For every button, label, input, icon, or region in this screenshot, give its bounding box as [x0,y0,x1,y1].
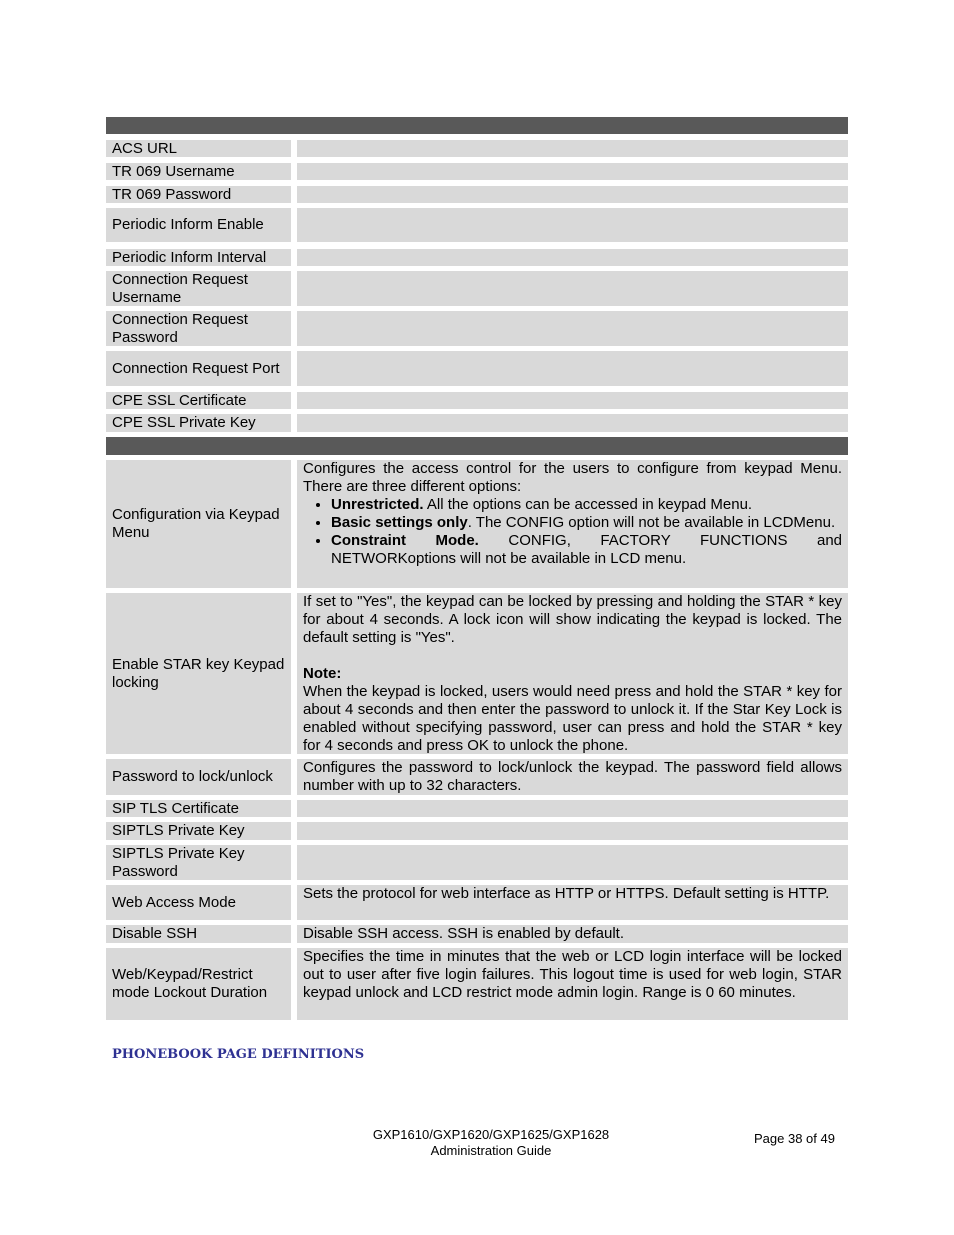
param-name: Periodic Inform Interval [106,249,291,266]
param-desc: Sets the protocol for web interface as H… [297,885,848,920]
param-name: SIPTLS Private Key Password [106,845,291,880]
param-name: Password to lock/unlock [106,759,291,795]
table-row: Password to lock/unlock Configures the pa… [106,759,848,795]
table-row: Disable SSH Disable SSH access. SSH is en… [106,925,848,943]
param-name: Connection Request Password [106,311,291,346]
table-row: TR 069 Password [106,186,848,203]
param-desc: Disable SSH access. SSH is enabled by de… [297,925,848,943]
table-row: Configuration via Keypad Menu Configures… [106,460,848,588]
param-name: SIP TLS Certificate [106,800,291,817]
table-row: Periodic Inform Enable [106,208,848,242]
param-name: TR 069 Password [106,186,291,203]
param-name: Connection Request Username [106,271,291,306]
param-name: TR 069 Username [106,163,291,180]
table-row: ACS URL [106,140,848,157]
table-row: Connection Request Password [106,311,848,346]
table-row: SIPTLS Private Key [106,822,848,840]
table-row: CPE SSL Private Key [106,414,848,432]
param-name: Connection Request Port [106,351,291,386]
param-desc: Configures the access control for the us… [297,460,848,588]
document-page: ACS URL TR 069 Username TR 069 Password … [0,0,954,1235]
param-desc: If set to "Yes", the keypad can be locke… [297,593,848,754]
param-name: Periodic Inform Enable [106,208,291,242]
footer-title: GXP1610/GXP1620/GXP1625/GXP1628 Administr… [372,1127,610,1158]
table-row: Web Access Mode Sets the protocol for web… [106,885,848,920]
param-name: CPE SSL Private Key [106,414,291,432]
param-name: Web/Keypad/Restrict mode Lockout Duratio… [106,948,291,1020]
table-row: Connection Request Port [106,351,848,386]
param-name: CPE SSL Certificate [106,392,291,409]
param-name: ACS URL [106,140,291,157]
section-heading: PHONEBOOK PAGE DEFINITIONS [112,1047,365,1062]
param-desc: Specifies the time in minutes that the w… [297,948,848,1020]
table-row: TR 069 Username [106,163,848,180]
table-row: Connection Request Username [106,271,848,306]
table-row: CPE SSL Certificate [106,392,848,409]
param-name: SIPTLS Private Key [106,822,291,840]
table-header-bar [106,117,848,134]
param-desc: Configures the password to lock/unlock t… [297,759,848,795]
table-header-bar [106,437,848,455]
param-name: Disable SSH [106,925,291,943]
param-name: Web Access Mode [106,885,291,920]
table-row: SIPTLS Private Key Password [106,845,848,880]
param-name: Enable STAR key Keypad locking [106,593,291,754]
page-number: Page 38 of 49 [754,1131,835,1146]
table-row: Enable STAR key Keypad locking If set to… [106,593,848,754]
table-row: Web/Keypad/Restrict mode Lockout Duratio… [106,948,848,1020]
table-row: SIP TLS Certificate [106,800,848,817]
table-row: Periodic Inform Interval [106,249,848,266]
param-name: Configuration via Keypad Menu [106,460,291,588]
